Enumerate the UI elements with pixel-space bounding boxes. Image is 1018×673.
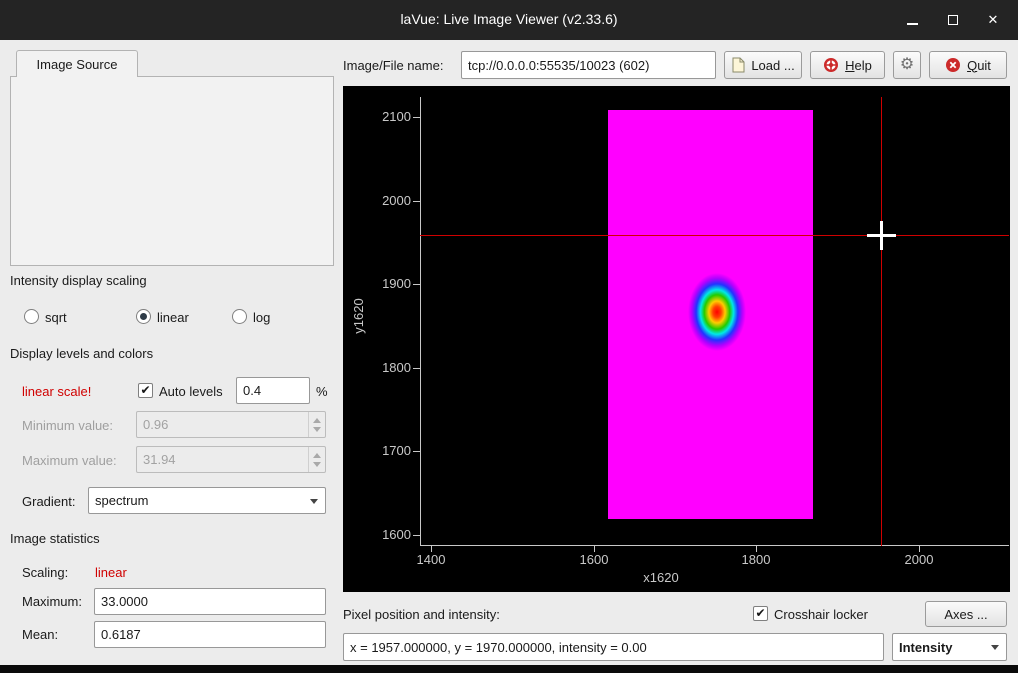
check-icon: ✔ (139, 384, 152, 397)
help-button-label: Help (845, 58, 872, 73)
y-tick-label: 1700 (357, 443, 411, 458)
display-mode-combo[interactable]: Intensity (892, 633, 1007, 661)
section-display-levels: Display levels and colors (10, 346, 153, 361)
quit-icon (945, 57, 961, 73)
radio-sqrt-label: sqrt (45, 310, 67, 325)
close-button[interactable]: ✕ (979, 6, 1007, 34)
stats-maximum-input[interactable] (94, 588, 326, 615)
chevron-down-icon (310, 499, 318, 504)
radio-linear-label: linear (157, 310, 189, 325)
maximum-value: 31.94 (143, 452, 176, 467)
x-tick-label: 1400 (401, 552, 461, 567)
y-tick-label: 1800 (357, 360, 411, 375)
y-tick (413, 117, 420, 118)
minimum-value-label: Minimum value: (22, 418, 113, 433)
image-plot-canvas[interactable]: y1620 2100 2000 1900 1800 1700 1600 1400… (343, 86, 1010, 592)
crosshair-vertical-line (881, 97, 882, 546)
display-mode-value: Intensity (899, 640, 952, 655)
y-tick-label: 1600 (357, 527, 411, 542)
pixel-position-label: Pixel position and intensity: (343, 607, 500, 622)
spinner-arrows-icon (308, 412, 325, 437)
minimum-value: 0.96 (143, 417, 168, 432)
x-tick (431, 545, 432, 552)
y-axis-line (420, 97, 421, 546)
auto-levels-label: Auto levels (159, 384, 223, 399)
maximum-value-spinbox: 31.94 (136, 446, 326, 473)
stats-mean-input[interactable] (94, 621, 326, 648)
x-tick (756, 545, 757, 552)
y-tick (413, 368, 420, 369)
scale-note: linear scale! (22, 384, 91, 399)
radio-log[interactable] (232, 309, 247, 324)
x-tick (919, 545, 920, 552)
minimize-icon (907, 23, 918, 25)
crosshair-locker-label: Crosshair locker (774, 607, 868, 622)
help-button[interactable]: Help (810, 51, 885, 79)
pixel-position-input[interactable] (343, 633, 884, 661)
bottom-strip (0, 665, 1018, 673)
x-tick-label: 1600 (564, 552, 624, 567)
check-icon: ✔ (754, 607, 767, 620)
crosshair-locker-checkbox[interactable]: ✔ (753, 606, 768, 621)
x-tick (594, 545, 595, 552)
x-tick-label: 2000 (889, 552, 949, 567)
x-axis-line (420, 545, 1009, 546)
minimum-value-spinbox: 0.96 (136, 411, 326, 438)
y-axis-label: y1620 (351, 286, 367, 346)
stats-maximum-label: Maximum: (22, 594, 82, 609)
radio-sqrt[interactable] (24, 309, 39, 324)
titlebar: laVue: Live Image Viewer (v2.33.6) ✕ (0, 0, 1018, 40)
window-title: laVue: Live Image Viewer (v2.33.6) (0, 11, 1018, 27)
quit-button[interactable]: Quit (929, 51, 1007, 79)
load-button-label: Load ... (751, 58, 794, 73)
stats-mean-label: Mean: (22, 627, 58, 642)
chevron-down-icon (991, 645, 999, 650)
axes-button[interactable]: Axes ... (925, 601, 1007, 627)
percent-label: % (316, 384, 328, 399)
maximize-icon (948, 15, 958, 25)
gradient-combo-value: spectrum (95, 493, 148, 508)
gradient-combo[interactable]: spectrum (88, 487, 326, 514)
radio-linear[interactable] (136, 309, 151, 324)
gear-icon: ⚙ (900, 57, 914, 73)
section-intensity-scaling: Intensity display scaling (10, 273, 147, 288)
section-image-statistics: Image statistics (10, 531, 100, 546)
stats-scaling-label: Scaling: (22, 565, 68, 580)
image-source-pane (10, 76, 334, 266)
close-icon: ✕ (988, 12, 999, 28)
y-tick-label: 1900 (357, 276, 411, 291)
x-axis-label: x1620 (601, 570, 721, 585)
axes-button-label: Axes ... (944, 607, 987, 622)
maximum-value-label: Maximum value: (22, 453, 117, 468)
cursor-cross-icon (867, 234, 896, 237)
tab-image-source[interactable]: Image Source (16, 50, 138, 77)
help-lifebuoy-icon (823, 57, 839, 73)
settings-button[interactable]: ⚙ (893, 51, 921, 79)
gradient-label: Gradient: (22, 494, 75, 509)
image-file-label: Image/File name: (343, 58, 443, 73)
tab-image-source-label: Image Source (37, 57, 118, 72)
intensity-peak-blob (688, 273, 746, 351)
auto-levels-input[interactable] (236, 377, 310, 404)
image-file-input[interactable] (461, 51, 716, 79)
y-tick (413, 284, 420, 285)
minimize-button[interactable] (898, 6, 926, 34)
y-tick-label: 2100 (357, 109, 411, 124)
app-window: laVue: Live Image Viewer (v2.33.6) ✕ Ima… (0, 0, 1018, 673)
stats-scaling-value: linear (95, 565, 127, 580)
y-tick (413, 201, 420, 202)
load-button[interactable]: Load ... (724, 51, 802, 79)
y-tick (413, 535, 420, 536)
y-tick (413, 451, 420, 452)
spinner-arrows-icon (308, 447, 325, 472)
quit-button-label: Quit (967, 58, 991, 73)
radio-log-label: log (253, 310, 270, 325)
auto-levels-checkbox[interactable]: ✔ (138, 383, 153, 398)
maximize-button[interactable] (939, 6, 967, 34)
crosshair-horizontal-line (420, 235, 1009, 236)
y-tick-label: 2000 (357, 193, 411, 208)
document-icon (731, 57, 745, 73)
x-tick-label: 1800 (726, 552, 786, 567)
